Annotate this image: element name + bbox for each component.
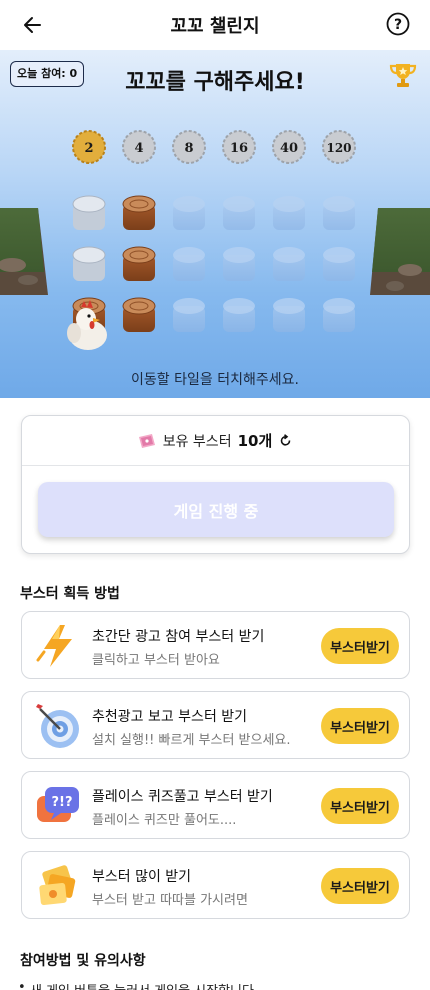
task-title: 플레이스 퀴즈풀고 부스터 받기 [92, 789, 273, 805]
multiplier-label: 2 [84, 141, 93, 156]
booster-count: 10개 [237, 432, 273, 450]
multiplier-coin: 16 [222, 130, 256, 164]
refresh-icon[interactable] [278, 433, 294, 449]
booster-card: 보유 부스터 10개 게임 진행 중 [21, 415, 410, 554]
multiplier-label: 40 [280, 141, 298, 156]
help-icon[interactable]: ? [386, 12, 410, 36]
tile-ghost[interactable] [223, 298, 255, 332]
multiplier-coins: 2 4 8 16 40 120 [72, 130, 356, 164]
goal-island [370, 208, 430, 295]
game-board: 2 4 8 16 40 120 [0, 130, 430, 350]
task-description: 설치 실행!! 빠르게 부스터 받으세요. [92, 733, 291, 748]
multiplier-coin: 4 [122, 130, 156, 164]
tile-ghost[interactable] [323, 247, 355, 281]
notes-section-title: 참여방법 및 유의사항 [20, 953, 146, 969]
target-icon [36, 704, 79, 748]
multiplier-label: 8 [184, 141, 193, 156]
get-booster-button[interactable]: 부스터받기 [321, 868, 399, 904]
tile-stone [72, 246, 106, 281]
game-instruction: 이동할 타일을 터치해주세요. [131, 372, 299, 388]
task-title: 초간단 광고 참여 부스터 받기 [92, 629, 265, 645]
acquire-section-title: 부스터 획득 방법 [20, 586, 120, 602]
game-board-area: 오늘 참여: 0 꼬꼬를 구해주세요! 2 4 8 16 40 120 이동할 … [0, 50, 430, 398]
booster-label: 보유 부스터 [162, 433, 232, 450]
task-ad-participation[interactable]: 초간단 광고 참여 부스터 받기 클릭하고 부스터 받아요 부스터받기 [21, 611, 410, 679]
page-title: 꼬꼬 챌린지 [170, 16, 260, 37]
get-booster-button[interactable]: 부스터받기 [321, 708, 399, 744]
tile-ghost[interactable] [323, 298, 355, 332]
get-booster-button[interactable]: 부스터받기 [321, 628, 399, 664]
task-many-boosters[interactable]: 부스터 많이 받기 부스터 받고 따따블 가시려면 부스터받기 [21, 851, 410, 919]
multiplier-label: 120 [326, 141, 351, 155]
multiplier-coin: 2 [72, 130, 106, 164]
task-description: 부스터 받고 따따블 가시려면 [92, 893, 248, 908]
task-place-quiz[interactable]: ?!? 플레이스 퀴즈풀고 부스터 받기 플레이스 퀴즈만 풀어도.... 부스… [21, 771, 410, 839]
ticket-bundle-icon [39, 865, 76, 906]
multiplier-label: 4 [134, 141, 143, 156]
task-recommended-ad[interactable]: 추천광고 보고 부스터 받기 설치 실행!! 빠르게 부스터 받으세요. 부스터… [21, 691, 410, 759]
tile-grid[interactable] [72, 195, 355, 332]
tile-ghost[interactable] [323, 196, 355, 230]
tile-ghost[interactable] [173, 298, 205, 332]
task-title: 부스터 많이 받기 [92, 869, 192, 885]
tile-ghost[interactable] [223, 247, 255, 281]
tile-stone [72, 195, 106, 230]
tile-ghost[interactable] [173, 247, 205, 281]
task-description: 플레이스 퀴즈만 풀어도.... [92, 813, 237, 828]
multiplier-coin: 120 [322, 130, 356, 164]
tile-ghost[interactable] [173, 196, 205, 230]
booster-balance-row: 보유 부스터 10개 [22, 416, 409, 466]
ticket-icon [138, 433, 155, 448]
multiplier-coin: 8 [172, 130, 206, 164]
tile-log [122, 297, 156, 332]
quiz-bubble-icon: ?!? [37, 787, 79, 822]
app-header: 꼬꼬 챌린지 ? [0, 0, 430, 50]
tile-log [122, 246, 156, 281]
tile-ghost[interactable] [273, 298, 305, 332]
tile-log [122, 195, 156, 230]
get-booster-button[interactable]: 부스터받기 [321, 788, 399, 824]
multiplier-coin: 40 [272, 130, 306, 164]
tile-ghost[interactable] [273, 196, 305, 230]
svg-text:?: ? [394, 17, 402, 33]
game-in-progress-button[interactable]: 게임 진행 중 [38, 482, 394, 537]
task-title: 추천광고 보고 부스터 받기 [92, 709, 248, 725]
tile-ghost[interactable] [273, 247, 305, 281]
multiplier-label: 16 [230, 141, 248, 156]
svg-text:?!?: ?!? [51, 795, 72, 810]
tile-ghost[interactable] [223, 196, 255, 230]
start-island [0, 208, 48, 295]
task-description: 클릭하고 부스터 받아요 [92, 653, 220, 668]
note-item: 새 게임 버튼을 눌러서 게임을 시작합니다. [18, 980, 258, 990]
lightning-icon [36, 625, 72, 667]
